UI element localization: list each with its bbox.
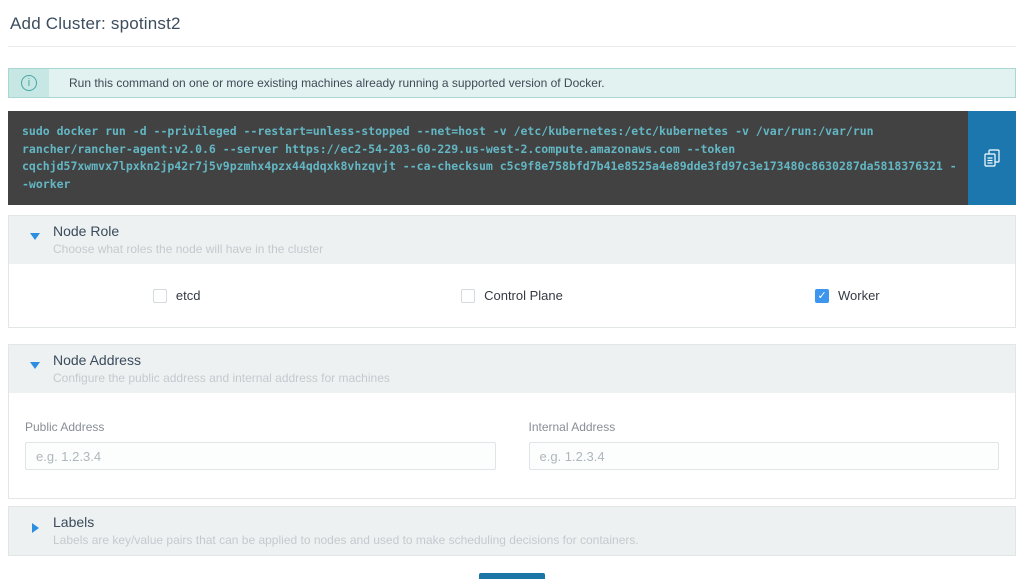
page-title: Add Cluster: spotinst2 [8, 10, 1016, 46]
title-divider [8, 46, 1016, 47]
done-button[interactable]: Done [479, 573, 544, 579]
section-labels: Labels Labels are key/value pairs that c… [8, 506, 1016, 556]
internal-address-field-group: Internal Address [529, 420, 1000, 470]
worker-checkbox[interactable] [815, 289, 829, 303]
section-header-labels[interactable]: Labels Labels are key/value pairs that c… [9, 507, 1015, 555]
control-plane-checkbox[interactable] [461, 289, 475, 303]
expand-triangle-icon [30, 233, 40, 240]
section-subtitle: Choose what roles the node will have in … [53, 242, 1005, 256]
info-banner-text: Run this command on one or more existing… [49, 76, 605, 90]
expand-triangle-icon [32, 523, 39, 533]
node-role-options: etcd Control Plane Worker [9, 264, 1015, 327]
footer: Done [8, 573, 1016, 579]
expand-triangle-icon [30, 362, 40, 369]
info-banner: Run this command on one or more existing… [8, 68, 1016, 98]
internal-address-label: Internal Address [529, 420, 1000, 434]
public-address-input[interactable] [25, 442, 496, 470]
section-node-role: Node Role Choose what roles the node wil… [8, 215, 1016, 328]
info-icon [21, 75, 37, 91]
clipboard-icon [984, 149, 1000, 167]
etcd-checkbox[interactable] [153, 289, 167, 303]
section-header-node-role[interactable]: Node Role Choose what roles the node wil… [9, 216, 1015, 264]
role-option-label: etcd [176, 288, 201, 303]
internal-address-input[interactable] [529, 442, 1000, 470]
section-node-address: Node Address Configure the public addres… [8, 344, 1016, 499]
copy-command-button[interactable] [968, 111, 1016, 205]
docker-command-text: sudo docker run -d --privileged --restar… [8, 111, 968, 205]
info-banner-icon-box [9, 69, 49, 97]
node-address-form: Public Address Internal Address [9, 393, 1015, 498]
role-option-etcd[interactable]: etcd [9, 288, 344, 303]
section-header-node-address[interactable]: Node Address Configure the public addres… [9, 345, 1015, 393]
role-option-worker[interactable]: Worker [680, 288, 1015, 303]
role-option-label: Worker [838, 288, 880, 303]
section-title: Node Address [53, 352, 1005, 368]
public-address-label: Public Address [25, 420, 496, 434]
section-title: Node Role [53, 223, 1005, 239]
public-address-field-group: Public Address [25, 420, 496, 470]
role-option-control-plane[interactable]: Control Plane [344, 288, 679, 303]
section-subtitle: Configure the public address and interna… [53, 371, 1005, 385]
section-title: Labels [53, 514, 1005, 530]
section-subtitle: Labels are key/value pairs that can be a… [53, 533, 1005, 547]
role-option-label: Control Plane [484, 288, 563, 303]
add-cluster-page: Add Cluster: spotinst2 Run this command … [0, 0, 1024, 579]
docker-command-block: sudo docker run -d --privileged --restar… [8, 111, 1016, 205]
